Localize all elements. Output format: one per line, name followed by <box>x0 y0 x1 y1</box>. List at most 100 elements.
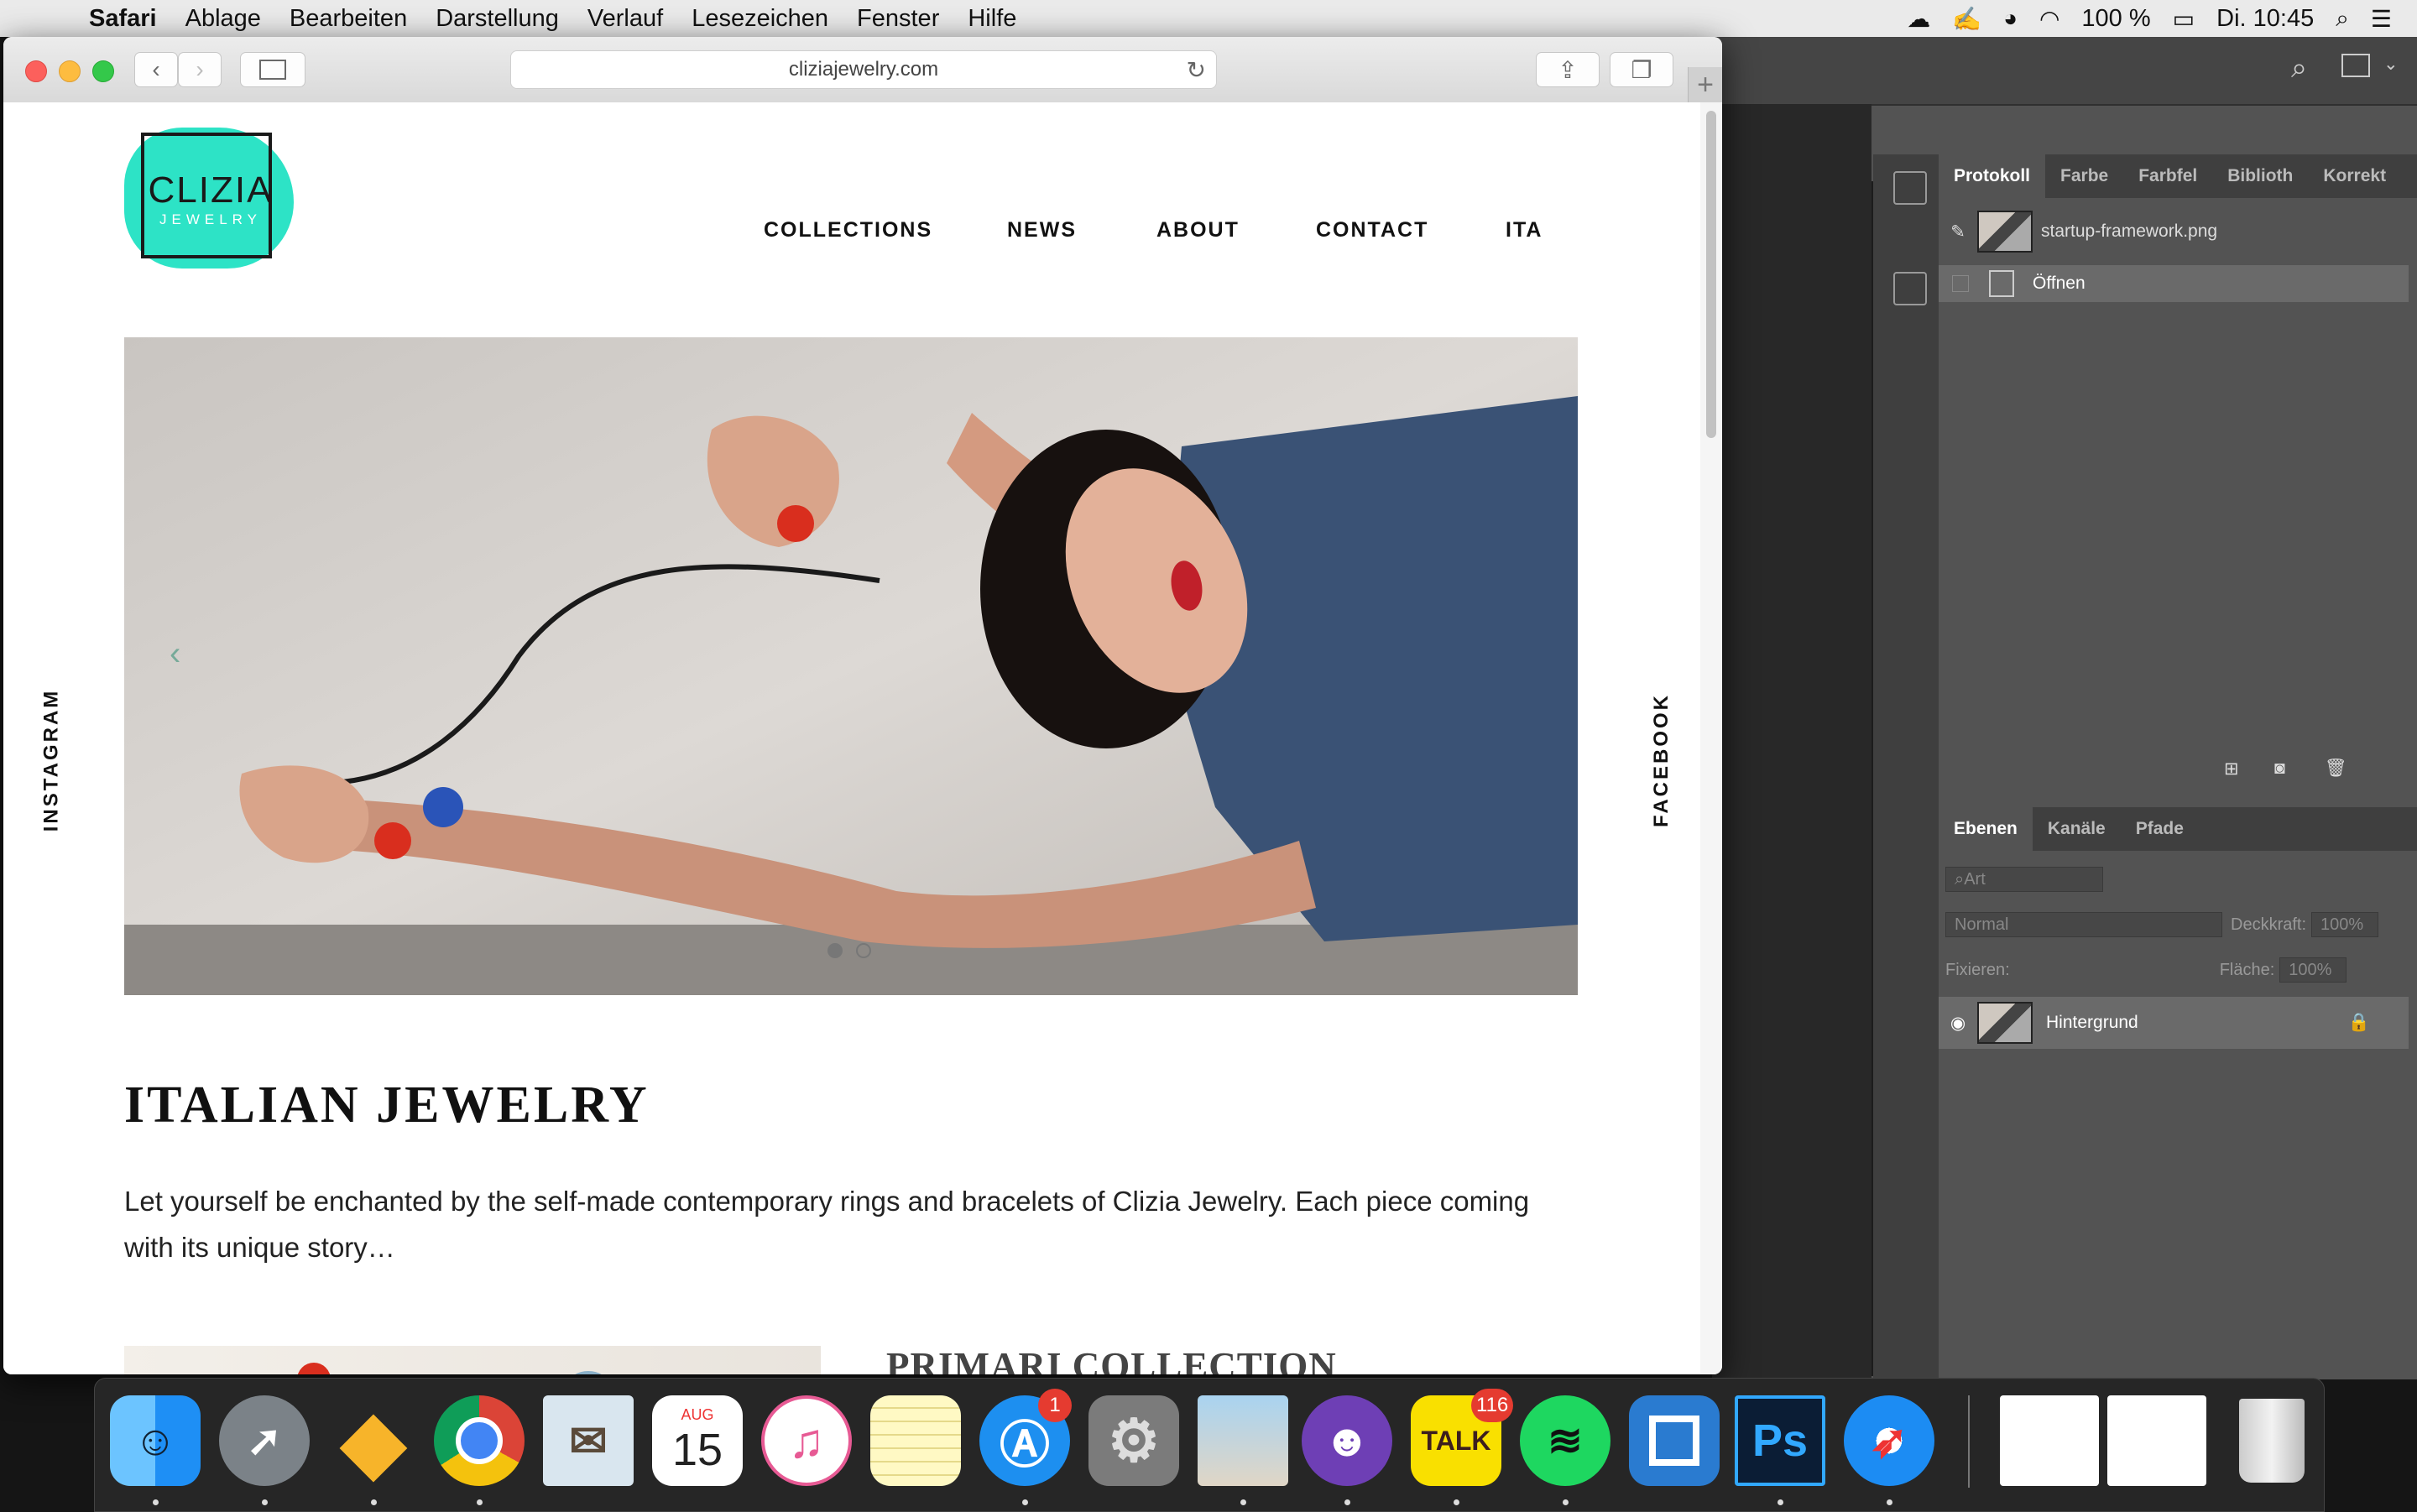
fill-field[interactable]: 100% <box>2279 957 2347 983</box>
ps-workspace-chevron-icon[interactable]: ⌄ <box>2383 54 2399 75</box>
blend-mode-select[interactable]: Normal <box>1945 912 2222 937</box>
tab-farbe[interactable]: Farbe <box>2045 154 2123 198</box>
notification-center-icon[interactable]: ☰ <box>2371 5 2392 33</box>
logo-name: CLIZIA <box>148 169 274 211</box>
ps-history-panel-icon[interactable] <box>1893 171 1927 205</box>
minimize-window-button[interactable] <box>59 60 81 82</box>
ps-search-icon[interactable]: ⌕ <box>2291 52 2307 85</box>
address-bar[interactable]: cliziajewelry.com ↻ <box>510 50 1217 89</box>
history-trash-icon[interactable]: 🗑 <box>2325 759 2347 779</box>
blend-row: Normal Deckkraft: 100% <box>1939 908 2409 941</box>
history-step-checkbox[interactable] <box>1952 275 1969 292</box>
carousel-prev-arrow-icon[interactable]: ‹ <box>170 635 180 673</box>
minimized-window-2[interactable] <box>2107 1395 2206 1486</box>
menu-verlauf[interactable]: Verlauf <box>587 5 663 33</box>
notification-app-icon[interactable]: ◕ <box>2003 5 2018 32</box>
battery-icon[interactable]: ▭ <box>2173 5 2195 33</box>
zoom-window-button[interactable] <box>92 60 114 82</box>
menu-fenster[interactable]: Fenster <box>857 5 939 33</box>
spotlight-search-icon[interactable]: ⌕ <box>2336 5 2349 33</box>
calendar-day: 15 <box>671 1424 723 1475</box>
tabs-overview-button[interactable]: ❐ <box>1610 52 1673 87</box>
minimized-window-1[interactable] <box>2000 1395 2099 1486</box>
clock[interactable]: Di. 10:45 <box>2216 5 2314 33</box>
chrome-icon[interactable] <box>434 1395 525 1486</box>
hero-carousel[interactable]: ‹ <box>124 337 1578 995</box>
layer-filter-kind[interactable]: ⌕ Art <box>1945 867 2103 892</box>
safari-running-dot <box>1887 1499 1892 1505</box>
sketch-icon[interactable]: ◆ <box>328 1395 419 1486</box>
ps-panel-dock <box>1873 154 1940 1379</box>
layer-visibility-eye-icon[interactable]: ◉ <box>1939 1013 1977 1034</box>
talk-label: TALK <box>1421 1425 1491 1456</box>
system-preferences-icon[interactable]: ⚙ <box>1088 1395 1179 1486</box>
rocket-icon: ➚ <box>247 1417 282 1464</box>
menu-bearbeiten[interactable]: Bearbeiten <box>290 5 407 33</box>
menu-ablage[interactable]: Ablage <box>185 5 261 33</box>
scrollbar-thumb[interactable] <box>1706 111 1716 438</box>
share-button[interactable]: ⇪ <box>1536 52 1600 87</box>
battery-percent[interactable]: 100 % <box>2081 5 2150 33</box>
facebook-link[interactable]: FACEBOOK <box>1650 693 1673 827</box>
mail-icon[interactable]: ✉ <box>543 1395 634 1486</box>
photoshop-icon[interactable]: Ps <box>1735 1395 1825 1486</box>
carousel-dot-2[interactable] <box>856 943 871 958</box>
launchpad-icon[interactable]: ➚ <box>219 1395 310 1486</box>
history-snapshot[interactable]: ✎ startup-framework.png <box>1939 208 2409 255</box>
opacity-field[interactable]: 100% <box>2311 912 2379 937</box>
notes-icon[interactable] <box>870 1395 961 1486</box>
close-window-button[interactable] <box>25 60 47 82</box>
menu-lesezeichen[interactable]: Lesezeichen <box>692 5 828 33</box>
nav-contact[interactable]: CONTACT <box>1316 218 1428 242</box>
carousel-dot-1[interactable] <box>827 943 843 958</box>
menu-darstellung[interactable]: Darstellung <box>436 5 559 33</box>
collection-image[interactable] <box>124 1346 821 1374</box>
snapshot-camera-icon[interactable]: ◙ <box>2274 759 2285 779</box>
nav-about[interactable]: ABOUT <box>1156 218 1240 242</box>
history-brush-icon: ✎ <box>1950 222 1965 242</box>
finder-icon[interactable]: ☺ <box>110 1395 201 1486</box>
layer-row[interactable]: ◉ Hintergrund 🔒 <box>1939 997 2409 1049</box>
tab-pfade[interactable]: Pfade <box>2121 807 2199 851</box>
layer-name[interactable]: Hintergrund <box>2046 1013 2138 1033</box>
itunes-icon[interactable]: ♫ <box>761 1395 852 1486</box>
sidebar-toggle-button[interactable] <box>240 52 305 87</box>
menu-app-safari[interactable]: Safari <box>89 5 157 33</box>
history-step[interactable]: Öffnen <box>1939 265 2409 302</box>
back-button[interactable]: ‹ <box>134 52 178 87</box>
creative-cloud-icon[interactable]: ☁ <box>1907 5 1930 33</box>
menu-hilfe[interactable]: Hilfe <box>968 5 1016 33</box>
tab-farbfelder[interactable]: Farbfel <box>2123 154 2212 198</box>
calendar-icon[interactable]: AUG 15 <box>652 1395 743 1486</box>
tab-protokoll[interactable]: Protokoll <box>1939 154 2046 198</box>
collection-title[interactable]: PRIMARI COLLECTION <box>886 1344 1337 1374</box>
new-tab-button[interactable]: + <box>1688 67 1722 102</box>
webpage: CLIZIA JEWELRY COLLECTIONS NEWS ABOUT CO… <box>3 102 1700 1374</box>
tab-bibliotheken[interactable]: Biblioth <box>2212 154 2308 198</box>
spotify-icon[interactable]: ≋ <box>1520 1395 1610 1486</box>
forward-button[interactable]: › <box>178 52 222 87</box>
collection-ring-blue <box>569 1371 608 1374</box>
layer-filter-row: ⌕ Art <box>1939 863 2409 896</box>
github-desktop-icon[interactable]: ☻ <box>1302 1395 1392 1486</box>
site-logo[interactable]: CLIZIA JEWELRY <box>124 128 294 292</box>
preview-icon[interactable] <box>1198 1395 1288 1486</box>
nav-news[interactable]: NEWS <box>1007 218 1077 242</box>
trash-icon[interactable] <box>2226 1395 2317 1486</box>
reload-icon[interactable]: ↻ <box>1187 56 1206 84</box>
instagram-link[interactable]: INSTAGRAM <box>39 689 63 832</box>
screen-app-icon[interactable] <box>1629 1395 1720 1486</box>
ps-workspace-icon[interactable] <box>2341 54 2370 77</box>
ps-properties-panel-icon[interactable] <box>1893 272 1927 305</box>
page-scrollbar[interactable] <box>1700 102 1722 1374</box>
new-document-icon[interactable]: ⊞ <box>2224 759 2239 779</box>
status-app-icon[interactable]: ✍ <box>1952 5 1981 33</box>
nav-collections[interactable]: COLLECTIONS <box>764 218 932 242</box>
nav-language-ita[interactable]: ITA <box>1506 218 1543 242</box>
square-frame-icon <box>1649 1416 1699 1466</box>
safari-icon[interactable]: ➶ <box>1844 1395 1934 1486</box>
tab-korrekturen[interactable]: Korrekt <box>2308 154 2401 198</box>
wifi-icon[interactable]: ◠ <box>2039 5 2059 33</box>
tab-kanaele[interactable]: Kanäle <box>2033 807 2121 851</box>
tab-ebenen[interactable]: Ebenen <box>1939 807 2033 851</box>
